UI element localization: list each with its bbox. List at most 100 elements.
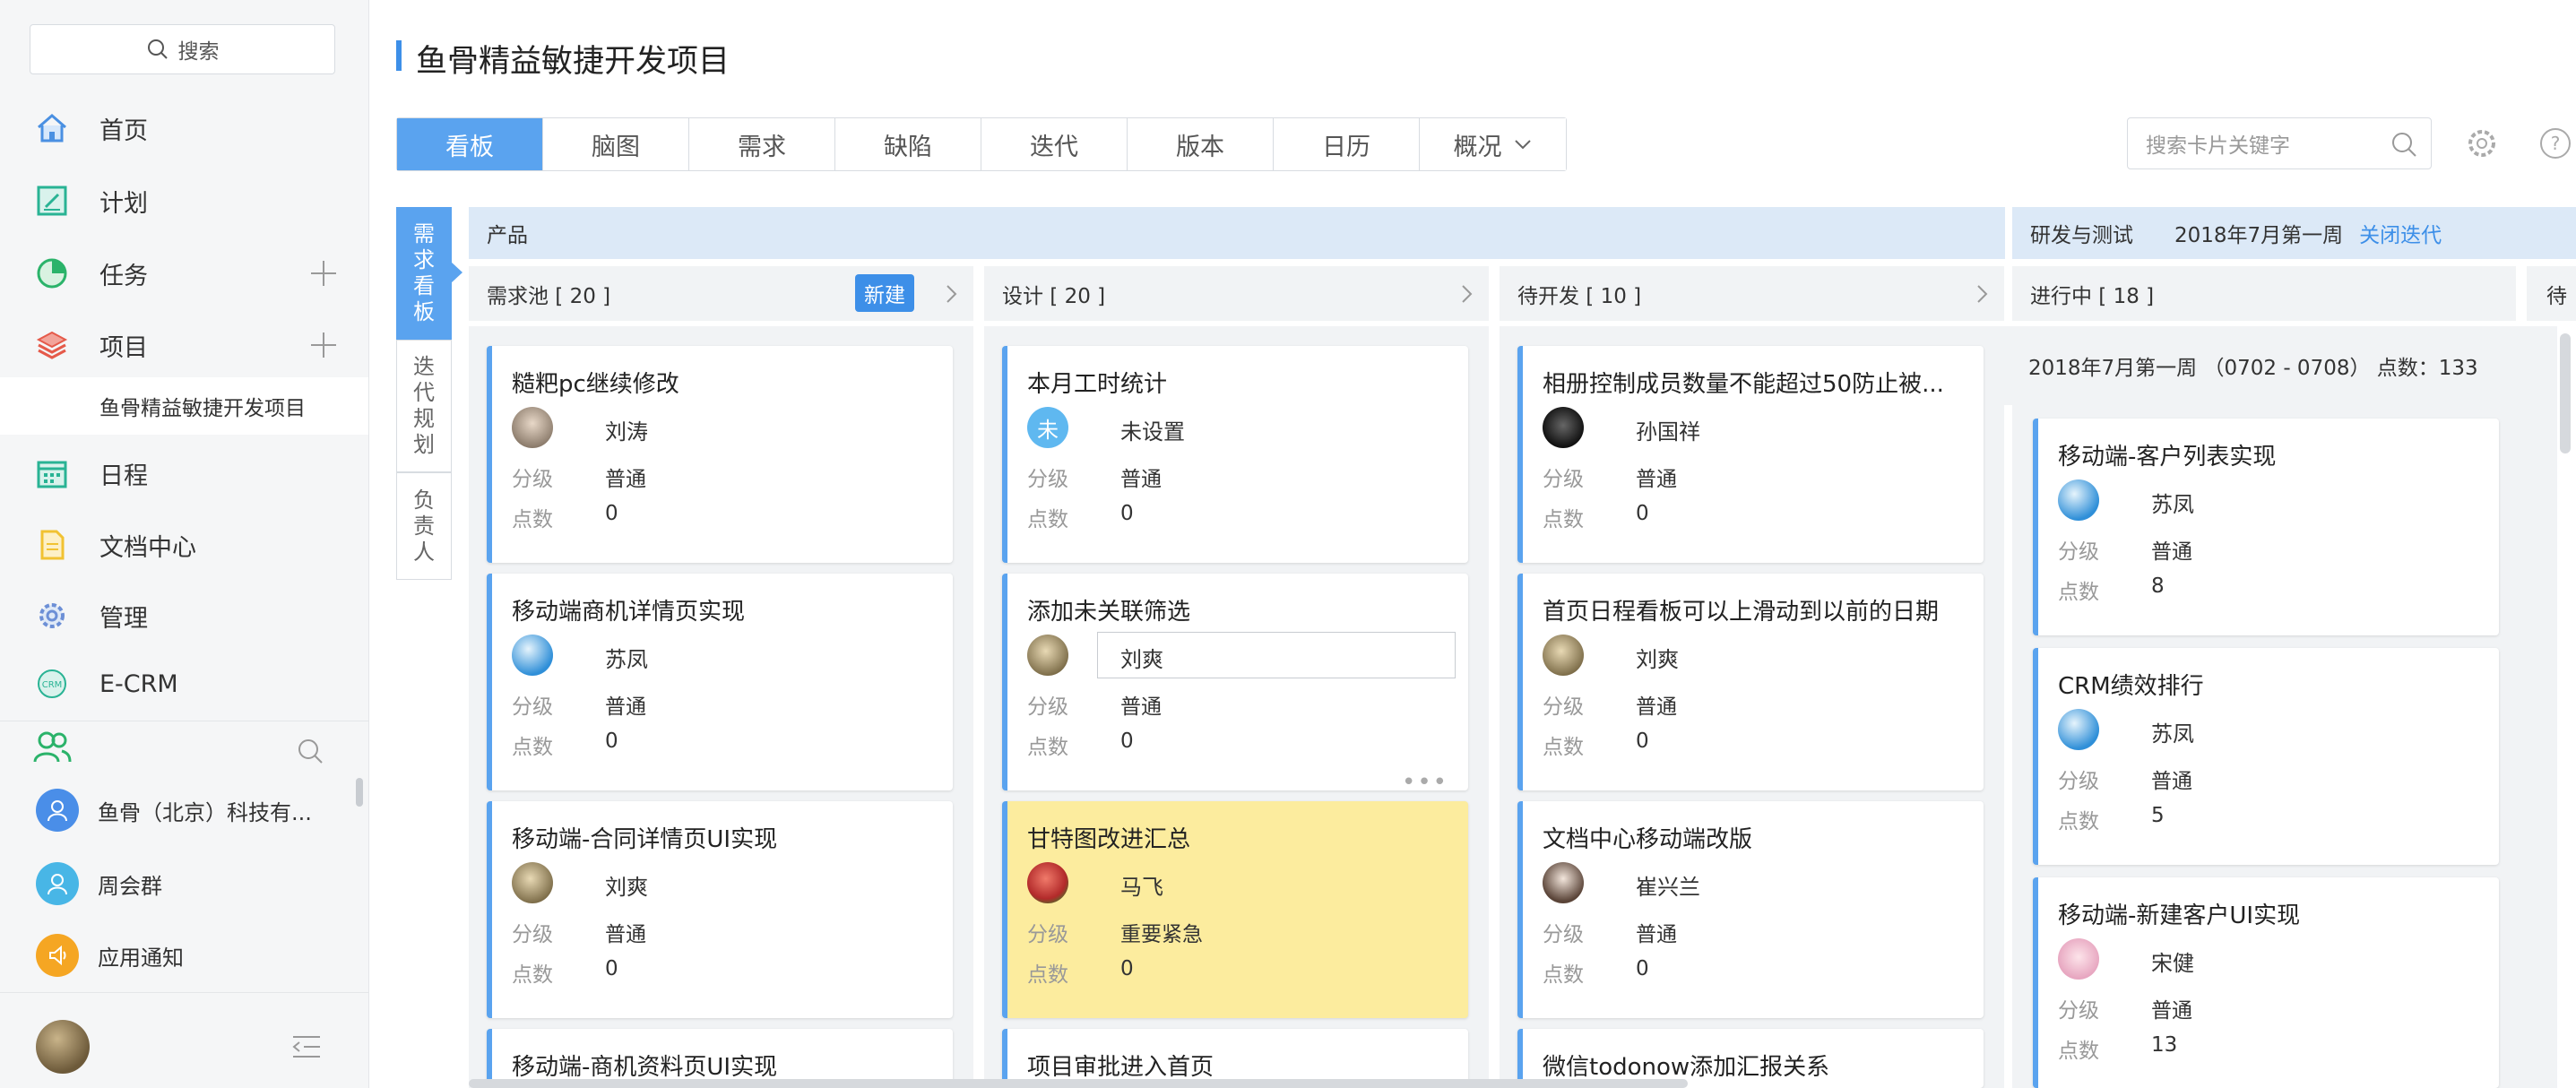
nav-item-admin[interactable]: 管理 bbox=[0, 584, 368, 647]
nav-label-project: 项目 bbox=[99, 333, 148, 362]
collapse-sidebar-icon[interactable] bbox=[291, 1033, 322, 1060]
nav-label-home: 首页 bbox=[99, 117, 148, 145]
card-title: 相册控制成员数量不能超过50防止被... bbox=[1543, 371, 1944, 398]
chevron-right-icon[interactable] bbox=[945, 283, 959, 305]
card-title: CRM绩效排行 bbox=[2058, 673, 2204, 700]
points-value: 0 bbox=[1636, 957, 1649, 980]
points-label: 点数 bbox=[1027, 508, 1068, 531]
contacts-icon[interactable] bbox=[32, 730, 72, 765]
iteration-label: 2018年7月第一周 bbox=[2174, 224, 2344, 247]
vtab-label: 负责人 bbox=[413, 487, 435, 565]
new-card-button[interactable]: 新建 bbox=[855, 274, 914, 312]
iteration-summary: 2018年7月第一周 （0702 - 0708） 点数：133 bbox=[2003, 326, 2557, 405]
nav-label-task: 任务 bbox=[99, 262, 148, 290]
card[interactable]: 糙粑pc继续修改 刘涛 分级 普通 点数 0 bbox=[487, 346, 953, 563]
gear-icon bbox=[34, 598, 70, 634]
group-header-product: 产品 bbox=[469, 207, 2005, 259]
card-title: 甘特图改进汇总 bbox=[1027, 826, 1191, 853]
points-value: 0 bbox=[1120, 730, 1134, 753]
contact-item-group[interactable]: 周会群 bbox=[0, 851, 359, 916]
card-owner: 孙国祥 bbox=[1636, 419, 1700, 445]
nav-item-project[interactable]: 项目 bbox=[0, 314, 368, 376]
level-value: 重要紧急 bbox=[1120, 923, 1203, 946]
tab-calendar[interactable]: 日历 bbox=[1274, 118, 1420, 170]
more-options-icon[interactable]: ••• bbox=[1402, 769, 1448, 796]
level-value: 普通 bbox=[1120, 695, 1162, 719]
close-iteration-link[interactable]: 关闭迭代 bbox=[2359, 218, 2442, 248]
search-icon[interactable] bbox=[2390, 130, 2418, 159]
card-owner: 苏凤 bbox=[605, 647, 648, 672]
points-label: 点数 bbox=[1027, 736, 1068, 759]
vtab-requirement-board[interactable]: 需求看板 bbox=[396, 207, 452, 340]
tab-overview[interactable]: 概况 bbox=[1420, 118, 1566, 170]
card[interactable]: 甘特图改进汇总 马飞 分级 重要紧急 点数 0 bbox=[1002, 801, 1468, 1018]
contacts-search-icon[interactable] bbox=[296, 737, 324, 765]
crm-icon: CRM bbox=[34, 666, 70, 702]
page-title: 鱼骨精益敏捷开发项目 bbox=[416, 44, 730, 80]
tab-versions[interactable]: 版本 bbox=[1128, 118, 1274, 170]
board-horizontal-scrollbar[interactable] bbox=[469, 1079, 1688, 1088]
card[interactable]: 移动端-客户列表实现 苏凤 分级 普通 点数 8 bbox=[2033, 419, 2499, 635]
column-header-in-progress[interactable]: 进行中 [ 18 ] bbox=[2012, 266, 2516, 321]
level-label: 分级 bbox=[1543, 468, 1584, 491]
add-task-plus-icon[interactable] bbox=[309, 259, 338, 288]
nav-item-ecrm[interactable]: CRM E-CRM bbox=[0, 652, 368, 715]
sidebar-search[interactable]: 搜索 bbox=[30, 24, 335, 74]
plan-icon bbox=[34, 183, 70, 219]
level-label: 分级 bbox=[2058, 999, 2099, 1023]
tab-kanban[interactable]: 看板 bbox=[397, 118, 543, 170]
card[interactable]: 首页日程看板可以上滑动到以前的日期 刘爽 分级 普通 点数 0 bbox=[1517, 574, 1984, 790]
contact-label: 鱼骨（北京）科技有... bbox=[98, 799, 312, 825]
card-title: 本月工时统计 bbox=[1027, 371, 1168, 398]
card[interactable]: 移动端-合同详情页UI实现 刘爽 分级 普通 点数 0 bbox=[487, 801, 953, 1018]
contact-item-notifications[interactable]: 应用通知 bbox=[0, 923, 359, 988]
level-value: 普通 bbox=[605, 695, 646, 719]
nav-item-plan[interactable]: 计划 bbox=[0, 169, 368, 232]
column-header-todo[interactable]: 待开发 [ 10 ] bbox=[1500, 266, 2004, 321]
column-header-design[interactable]: 设计 [ 20 ] bbox=[984, 266, 1489, 321]
sidebar-footer bbox=[0, 992, 368, 1088]
board-vertical-scrollbar[interactable] bbox=[2560, 333, 2571, 453]
card[interactable]: CRM绩效排行 苏凤 分级 普通 点数 5 bbox=[2033, 648, 2499, 865]
column-header-next[interactable]: 待 bbox=[2527, 266, 2576, 321]
nav-item-task[interactable]: 任务 bbox=[0, 242, 368, 305]
chevron-right-icon[interactable] bbox=[1460, 283, 1474, 305]
contact-item-org[interactable]: 鱼骨（北京）科技有... bbox=[0, 778, 359, 842]
nav-item-calendar[interactable]: 日程 bbox=[0, 442, 368, 505]
tab-defects[interactable]: 缺陷 bbox=[835, 118, 981, 170]
nav-item-documents[interactable]: 文档中心 bbox=[0, 514, 368, 576]
points-value: 0 bbox=[605, 957, 618, 980]
card[interactable]: 文档中心移动端改版 崔兴兰 分级 普通 点数 0 bbox=[1517, 801, 1984, 1018]
avatar bbox=[1543, 635, 1584, 676]
card[interactable]: 本月工时统计 未 未设置 分级 普通 点数 0 bbox=[1002, 346, 1468, 563]
points-label: 点数 bbox=[2058, 1040, 2099, 1063]
chevron-right-icon[interactable] bbox=[1975, 283, 1990, 305]
level-label: 分级 bbox=[512, 468, 553, 491]
card-search-input[interactable]: 搜索卡片关键字 bbox=[2127, 117, 2432, 169]
help-icon[interactable]: ? bbox=[2538, 126, 2572, 160]
card[interactable]: 移动端商机详情页实现 苏凤 分级 普通 点数 0 bbox=[487, 574, 953, 790]
add-project-plus-icon[interactable] bbox=[309, 331, 338, 359]
user-avatar[interactable] bbox=[36, 1020, 90, 1074]
vtab-owner[interactable]: 负责人 bbox=[396, 472, 452, 580]
card[interactable]: 移动端-新建客户UI实现 宋健 分级 普通 点数 13 bbox=[2033, 877, 2499, 1088]
tab-mindmap[interactable]: 脑图 bbox=[543, 118, 689, 170]
tab-overview-label: 概况 bbox=[1453, 133, 1502, 161]
tab-iterations[interactable]: 迭代 bbox=[981, 118, 1128, 170]
settings-gear-icon[interactable] bbox=[2465, 126, 2499, 160]
tab-requirements[interactable]: 需求 bbox=[689, 118, 835, 170]
vtab-iteration-planning[interactable]: 迭代规划 bbox=[396, 340, 452, 472]
nav-label-admin: 管理 bbox=[99, 604, 148, 633]
card-owner: 宋健 bbox=[2151, 951, 2194, 976]
points-value: 0 bbox=[1636, 730, 1649, 753]
card[interactable]: 相册控制成员数量不能超过50防止被... 孙国祥 分级 普通 点数 0 bbox=[1517, 346, 1984, 563]
nav-subitem-active-project[interactable]: 鱼骨精益敏捷开发项目 bbox=[0, 377, 368, 435]
vtab-label: 迭代规划 bbox=[413, 354, 435, 457]
points-label: 点数 bbox=[1027, 963, 1068, 987]
level-label: 分级 bbox=[1027, 468, 1068, 491]
card-owner: 马飞 bbox=[1120, 875, 1163, 900]
home-icon bbox=[34, 110, 70, 146]
nav-item-home[interactable]: 首页 bbox=[0, 97, 368, 160]
card[interactable]: 添加未关联筛选 刘爽 分级 普通 点数 0 ••• bbox=[1002, 574, 1468, 796]
chevron-down-icon bbox=[1514, 140, 1531, 150]
